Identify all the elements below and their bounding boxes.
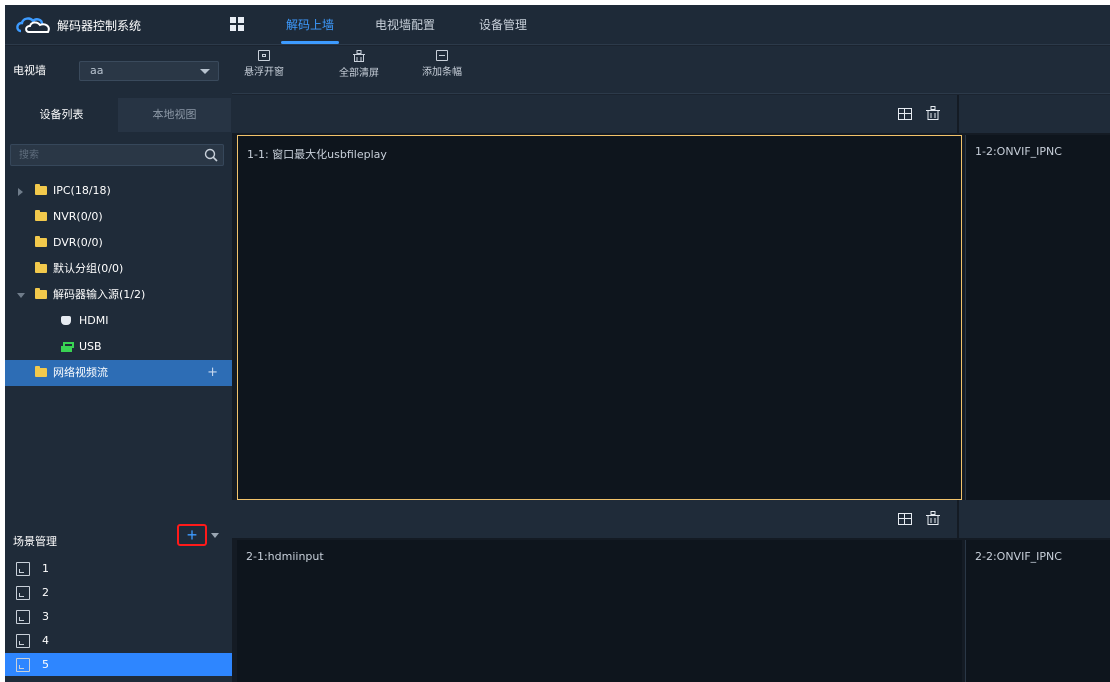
clear-all-button[interactable]: 全部清屏 <box>334 50 384 90</box>
scene-item[interactable]: 5 <box>5 653 232 676</box>
folder-icon <box>35 236 47 247</box>
tab-local-view[interactable]: 本地视图 <box>118 98 231 132</box>
scene-item-label: 3 <box>42 610 49 623</box>
scene-item[interactable]: 4 <box>5 629 232 652</box>
scene-icon <box>16 610 30 624</box>
scene-item[interactable]: 3 <box>5 605 232 628</box>
scene-management-header: 场景管理 + <box>5 521 232 557</box>
wall-row-bar <box>232 95 1110 133</box>
sidebar-tabs: 设备列表 本地视图 <box>5 98 232 132</box>
split-screen-icon[interactable] <box>898 513 912 525</box>
folder-icon <box>35 210 47 221</box>
float-window-icon <box>258 50 270 61</box>
tab-tv-wall-config[interactable]: 电视墙配置 <box>367 5 443 45</box>
folder-icon <box>35 288 47 299</box>
tree-item-dvr[interactable]: DVR(0/0) <box>5 230 232 256</box>
video-cell-1-1[interactable]: 1-1: 窗口最大化usbfileplay <box>237 135 962 500</box>
scene-icon <box>16 586 30 600</box>
app-window: 解码器控制系统 解码上墙 电视墙配置 设备管理 电视墙 aa 设备列表 本地视图 <box>5 5 1110 682</box>
app-logo: 解码器控制系统 <box>15 13 225 37</box>
scene-item-label: 2 <box>42 586 49 599</box>
video-cell-2-2[interactable]: 2-2:ONVIF_IPNC <box>965 540 1110 682</box>
tree-item-label: DVR(0/0) <box>53 236 103 249</box>
tree-item-hdmi[interactable]: HDMI <box>5 308 232 334</box>
float-window-button[interactable]: 悬浮开窗 <box>244 50 284 90</box>
split-screen-icon[interactable] <box>898 108 912 120</box>
tree-item-network-stream[interactable]: 网络视频流 + <box>5 360 232 386</box>
sidebar: 电视墙 aa 设备列表 本地视图 IPC(18/18) NVR(0/0) <box>5 46 232 682</box>
clear-all-label: 全部清屏 <box>339 68 379 79</box>
tree-item-label: NVR(0/0) <box>53 210 103 223</box>
scene-item[interactable]: 1 <box>5 557 232 580</box>
app-grid-icon[interactable] <box>230 17 244 31</box>
video-cell-title: 1-1: 窗口最大化usbfileplay <box>247 148 387 161</box>
tree-item-usb[interactable]: USB <box>5 334 232 360</box>
video-cell-1-2[interactable]: 1-2:ONVIF_IPNC <box>965 135 1110 500</box>
tab-device-list[interactable]: 设备列表 <box>5 98 118 132</box>
float-window-label: 悬浮开窗 <box>244 67 284 78</box>
clear-all-icon <box>353 50 365 62</box>
tree-item-label: 网络视频流 <box>53 366 108 379</box>
tree-item-label: 解码器输入源(1/2) <box>53 288 146 301</box>
tv-wall-row: 电视墙 aa <box>5 46 232 94</box>
tree-item-label: 默认分组(0/0) <box>53 262 124 275</box>
clear-screen-icon[interactable] <box>926 106 940 120</box>
clear-screen-icon[interactable] <box>926 511 940 525</box>
search-box <box>10 144 224 166</box>
usb-icon <box>61 342 74 352</box>
wall-row-bar <box>232 500 1110 538</box>
add-scene-button[interactable]: + <box>177 524 207 546</box>
scene-icon <box>16 562 30 576</box>
tv-wall-select-value: aa <box>90 64 104 77</box>
scene-item-label: 1 <box>42 562 49 575</box>
collapse-arrow-icon[interactable] <box>17 293 25 298</box>
video-cell-title: 2-2:ONVIF_IPNC <box>975 550 1062 563</box>
toolbar: 悬浮开窗 全部清屏 添加条幅 <box>232 46 1110 94</box>
tab-device-management[interactable]: 设备管理 <box>470 5 536 45</box>
app-title: 解码器控制系统 <box>57 18 142 33</box>
folder-icon <box>35 262 47 273</box>
scene-icon <box>16 658 30 672</box>
video-cell-title: 1-2:ONVIF_IPNC <box>975 145 1062 158</box>
cloud-logo-icon <box>16 17 50 33</box>
chevron-down-icon <box>200 69 210 74</box>
chevron-down-icon[interactable] <box>211 533 219 538</box>
tree-item-label: HDMI <box>79 314 109 327</box>
video-cell-title: 2-1:hdmiinput <box>246 550 324 563</box>
scene-icon <box>16 634 30 648</box>
search-input[interactable] <box>11 145 201 165</box>
add-banner-icon <box>436 50 448 61</box>
folder-icon <box>35 366 47 377</box>
folder-icon <box>35 184 47 195</box>
tree-item-nvr[interactable]: NVR(0/0) <box>5 204 232 230</box>
scene-management-title: 场景管理 <box>13 535 57 548</box>
tree-item-decoder-input[interactable]: 解码器输入源(1/2) <box>5 282 232 308</box>
search-icon[interactable] <box>203 147 219 163</box>
tree-item-label: IPC(18/18) <box>53 184 111 197</box>
tv-wall-label: 电视墙 <box>13 64 46 77</box>
add-stream-button[interactable]: + <box>207 360 218 386</box>
tree-item-default-group[interactable]: 默认分组(0/0) <box>5 256 232 282</box>
scene-item[interactable]: 2 <box>5 581 232 604</box>
tree-item-ipc[interactable]: IPC(18/18) <box>5 178 232 204</box>
tab-decode-wall[interactable]: 解码上墙 <box>275 5 345 45</box>
scene-item-label: 4 <box>42 634 49 647</box>
scene-item-label: 5 <box>42 658 49 671</box>
tree-item-label: USB <box>79 340 102 353</box>
tv-wall-select[interactable]: aa <box>79 61 219 81</box>
add-banner-label: 添加条幅 <box>422 67 462 78</box>
video-wall: 1-1: 窗口最大化usbfileplay 1-2:ONVIF_IPNC 2-1… <box>232 95 1110 682</box>
video-cell-2-1[interactable]: 2-1:hdmiinput <box>237 540 962 682</box>
add-banner-button[interactable]: 添加条幅 <box>417 50 467 90</box>
top-bar: 解码器控制系统 解码上墙 电视墙配置 设备管理 <box>5 5 1110 45</box>
hdmi-icon <box>61 316 71 325</box>
expand-arrow-icon[interactable] <box>18 188 23 196</box>
